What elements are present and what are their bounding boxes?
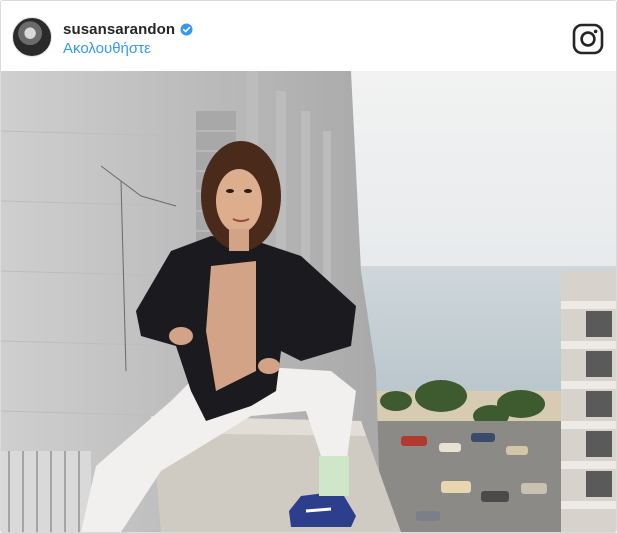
post-header: susansarandon Ακολουθήστε [1, 1, 616, 71]
post-photo[interactable] [1, 71, 616, 532]
username-link[interactable]: susansarandon [63, 21, 175, 38]
username-row: susansarandon [63, 21, 193, 38]
follow-link[interactable]: Ακολουθήστε [63, 40, 151, 57]
profile-avatar[interactable] [12, 17, 52, 57]
instagram-embed-card: susansarandon Ακολουθήστε [0, 0, 617, 533]
verified-badge-icon [180, 23, 193, 36]
instagram-icon[interactable] [572, 23, 604, 55]
